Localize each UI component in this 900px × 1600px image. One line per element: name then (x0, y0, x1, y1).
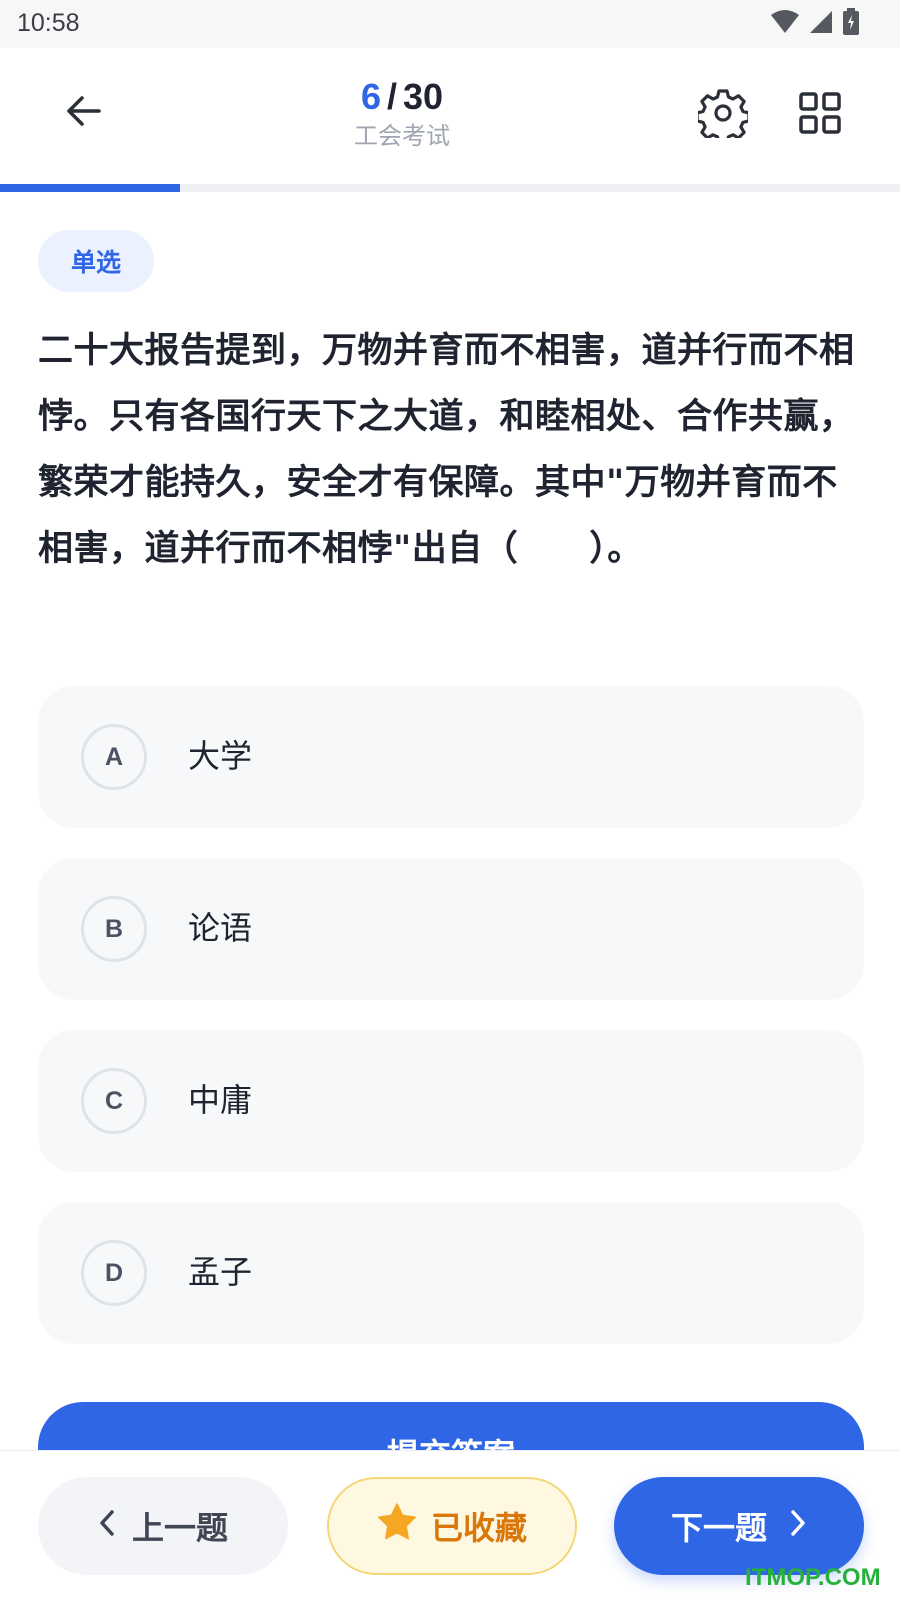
current-question-number: 6 (360, 76, 381, 117)
option-d[interactable]: D 孟子 (38, 1202, 864, 1344)
option-text: 大学 (188, 737, 253, 775)
question-grid-button[interactable] (793, 88, 847, 142)
option-b[interactable]: B 论语 (38, 858, 864, 1000)
answer-options: A 大学 B 论语 C 中庸 D 孟子 (38, 686, 864, 1374)
status-bar: 10:58 (0, 0, 900, 48)
exam-progress-bar (0, 184, 900, 192)
next-question-button[interactable]: 下一题 (614, 1477, 864, 1575)
status-time: 10:58 (17, 9, 80, 37)
settings-button[interactable] (695, 88, 751, 145)
favorite-button[interactable]: 已收藏 (327, 1477, 577, 1575)
grid-icon (799, 92, 841, 138)
back-button[interactable] (58, 88, 108, 138)
previous-question-label: 上一题 (131, 1509, 228, 1547)
total-question-count: 30 (403, 76, 444, 117)
option-letter: D (81, 1240, 147, 1306)
question-type-badge: 单选 (38, 230, 154, 292)
option-letter: B (81, 896, 147, 962)
favorite-label: 已收藏 (430, 1509, 527, 1547)
signal-icon (808, 9, 834, 39)
next-question-label: 下一题 (670, 1509, 767, 1547)
counter-separator: / (386, 76, 397, 117)
option-letter: C (81, 1068, 147, 1134)
header-title: 6/30 工会考试 (300, 76, 504, 152)
option-text: 中庸 (188, 1081, 253, 1119)
watermark-text: ITMOP.COM (745, 1564, 881, 1591)
header: 6/30 工会考试 (0, 48, 900, 184)
exam-progress-fill (0, 184, 180, 192)
question-counter: 6/30 (300, 76, 504, 118)
option-c[interactable]: C 中庸 (38, 1030, 864, 1172)
status-icons (770, 8, 860, 40)
back-arrow-icon (65, 95, 101, 131)
option-a[interactable]: A 大学 (38, 686, 864, 828)
settings-gear-icon (695, 88, 751, 145)
chevron-right-icon (789, 1507, 807, 1545)
wifi-icon (770, 9, 800, 39)
previous-question-button[interactable]: 上一题 (38, 1477, 288, 1575)
star-icon (377, 1503, 417, 1549)
exam-name: 工会考试 (354, 122, 450, 150)
chevron-left-icon (98, 1507, 116, 1545)
question-text: 二十大报告提到，万物并育而不相害，道并行而不相悖。只有各国行天下之大道，和睦相处… (38, 331, 855, 569)
option-text: 孟子 (188, 1253, 253, 1291)
option-letter: A (81, 724, 147, 790)
option-text: 论语 (188, 909, 253, 947)
battery-icon (842, 8, 860, 40)
